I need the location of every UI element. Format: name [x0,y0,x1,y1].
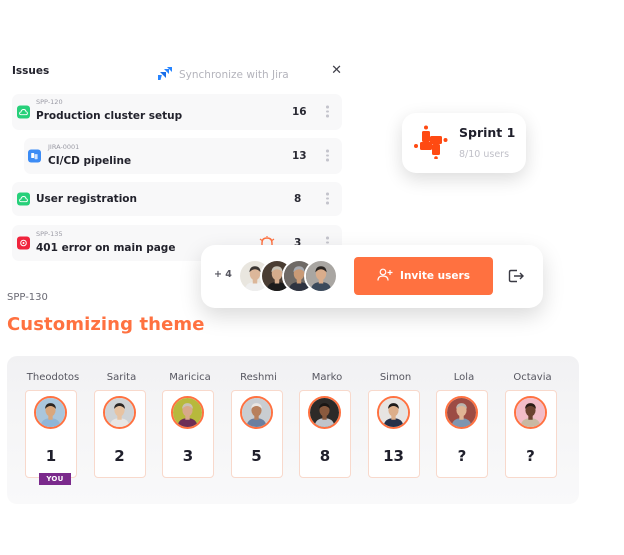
voter-name: Reshmi [240,372,277,383]
avatar [304,259,338,293]
jira-copy-icon [28,149,41,163]
vote-value: 5 [251,447,262,465]
sprint-logo-icon [414,125,448,160]
voter-name: Simon [379,372,412,383]
invite-bar: + 4 Invite users [201,245,543,308]
avatar [308,396,341,429]
avatar [513,396,547,429]
add-user-icon [377,268,393,284]
avatar [445,396,478,429]
vote-card[interactable]: ? [436,390,488,478]
sync-jira-label: Synchronize with Jira [179,68,289,81]
issue-name: Production cluster setup [36,110,183,122]
voter: Octavia? [500,372,566,478]
voter: Theodotos 1 YOU [20,372,86,485]
issue-key: JIRA-0001 [48,143,80,151]
vote-value: ? [457,447,467,465]
close-icon[interactable]: ✕ [331,63,342,79]
voter-name: Lola [453,372,475,383]
cloud-icon [17,192,30,206]
vote-card[interactable]: 5 [230,390,283,478]
sync-jira-button[interactable]: Synchronize with Jira [155,65,289,84]
voter-name: Theodotos [26,372,80,383]
avatar-stack[interactable] [238,259,348,293]
more-options-icon[interactable] [326,105,329,119]
you-badge: YOU [39,473,71,485]
issue-row[interactable]: JIRA-0001 CI/CD pipeline 13 [24,138,342,174]
issue-name: User registration [36,193,137,205]
issue-name: CI/CD pipeline [48,155,132,167]
issue-row[interactable]: User registration 8 [12,182,342,216]
vote-value: 2 [114,447,125,465]
more-options-icon[interactable] [326,149,329,163]
issue-points: 13 [292,150,307,162]
invite-users-button[interactable]: Invite users [354,257,493,295]
issues-title: Issues [12,65,50,77]
issue-key: SPP-120 [36,98,63,106]
sprint-title: Sprint 1 [459,125,516,140]
extra-users-count: + 4 [214,269,232,280]
jira-icon [155,65,173,84]
issue-name: 401 error on main page [36,242,176,254]
vote-card[interactable]: 1 YOU [25,390,77,485]
voter-name: Maricica [169,372,211,383]
issue-points: 8 [294,193,302,205]
avatar [102,396,136,429]
avatar [376,396,410,429]
ticket-key: SPP-130 [7,292,48,303]
vote-value: 3 [182,447,194,465]
vote-card[interactable]: ? [504,390,557,478]
voter: Marko 8 [294,372,360,478]
issue-key: SPP-135 [36,230,63,238]
vote-value: 8 [319,447,331,465]
issues-header: Issues Synchronize with Jira ✕ [12,63,344,84]
vote-card[interactable]: 3 [162,390,214,478]
cloud-icon [17,105,30,119]
avatar [171,396,204,429]
invite-users-label: Invite users [400,270,470,282]
voter-name: Marko [311,372,343,383]
avatar [34,396,67,429]
voter: Sarita 2 [89,372,155,478]
vote-value: 1 [45,447,57,465]
voter: Simon 13 [363,372,429,478]
issue-points: 16 [292,106,307,118]
vote-card[interactable]: 8 [299,390,351,478]
issues-panel: Issues Synchronize with Jira ✕ SPP-120 P… [0,52,352,267]
issue-row[interactable]: SPP-120 Production cluster setup 16 [12,94,342,130]
vote-card[interactable]: 2 [93,390,146,478]
ticket-title: Customizing theme [7,314,205,335]
voter: Maricica 3 [157,372,223,478]
voter-name: Octavia [513,372,552,383]
sprint-user-count: 8/10 users [459,149,510,160]
voter-name: Sarita [106,372,137,383]
vote-value: ? [526,447,535,465]
bug-target-icon [17,236,30,250]
voting-panel: Theodotos 1 YOU Sarita 2 Maricica 3 Reshmi 5 Mark… [7,356,579,504]
voter: Lola? [431,372,497,478]
more-options-icon[interactable] [326,192,329,206]
voter: Reshmi 5 [226,372,292,478]
vote-card[interactable]: 13 [367,390,420,478]
vote-value: 13 [383,447,404,465]
logout-icon[interactable] [507,267,525,285]
sprint-card[interactable]: Sprint 1 8/10 users [402,113,526,173]
avatar [239,396,273,429]
